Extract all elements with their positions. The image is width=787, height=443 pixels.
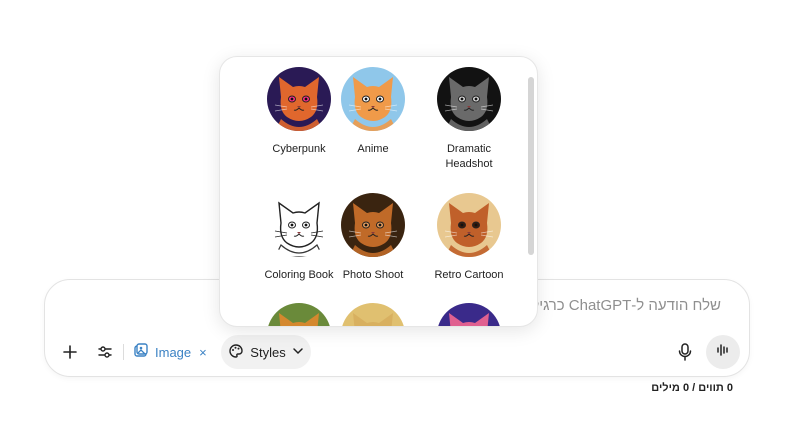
style-thumbnail-cat-icon [341, 193, 405, 257]
style-thumbnail-cat-icon [437, 303, 501, 326]
style-thumbnail-cat-icon [267, 193, 331, 257]
image-tool-chip[interactable]: Image × [133, 335, 223, 369]
style-option[interactable] [421, 303, 517, 326]
palette-icon [228, 343, 244, 362]
voice-mode-button[interactable] [706, 335, 740, 369]
style-option-label: Retro Cartoon [434, 269, 504, 281]
close-icon[interactable]: × [199, 345, 207, 360]
scrollbar-thumb[interactable] [528, 77, 534, 255]
styles-menu: Cyberpunk Anime Dramatic Headshot Coloring … [219, 56, 538, 327]
style-thumbnail-cat-icon [341, 303, 405, 326]
style-thumbnail-cat-icon [437, 67, 501, 131]
style-option-label: Anime [357, 143, 389, 155]
image-chip-label: Image [155, 344, 192, 360]
style-option[interactable]: Anime [325, 67, 421, 157]
style-thumbnail-cat-icon [341, 67, 405, 131]
sliders-icon[interactable] [92, 335, 118, 369]
styles-dropdown-button[interactable]: Styles [221, 335, 311, 369]
waveform-icon [716, 343, 730, 362]
style-option[interactable] [325, 303, 421, 326]
style-thumbnail-cat-icon [267, 67, 331, 131]
styles-menu-scrollbar[interactable] [528, 77, 534, 313]
style-option[interactable]: Retro Cartoon [421, 193, 517, 283]
style-thumbnail-cat-icon [437, 193, 501, 257]
style-option[interactable]: Photo Shoot [325, 193, 421, 283]
composer-toolbar: Image × Styles [45, 335, 749, 369]
style-option-label: Dramatic Headshot [445, 143, 493, 170]
styles-label: Styles [250, 344, 286, 360]
style-option-label: Photo Shoot [342, 269, 404, 281]
style-option[interactable]: Dramatic Headshot [421, 67, 517, 172]
image-icon [133, 342, 149, 362]
microphone-icon[interactable] [673, 335, 697, 369]
toolbar-divider [123, 344, 124, 360]
character-word-counter: 0 תווים / 0 מילים [651, 382, 733, 394]
style-thumbnail-cat-icon [267, 303, 331, 326]
plus-icon[interactable] [57, 335, 83, 369]
chevron-down-icon [292, 345, 304, 360]
